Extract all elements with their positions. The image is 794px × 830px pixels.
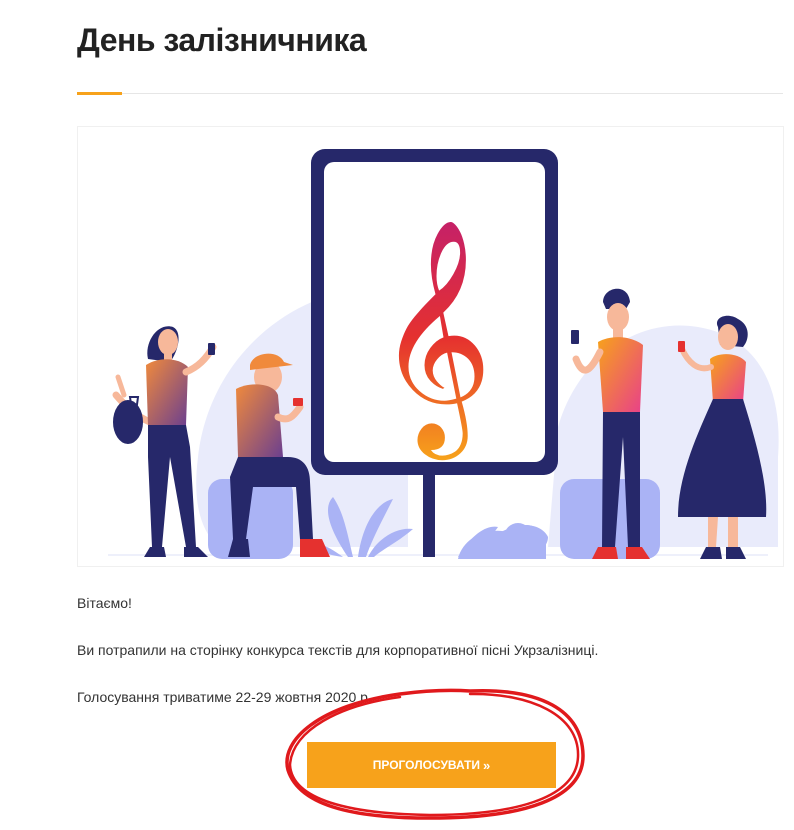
bush-right — [458, 525, 546, 559]
double-chevron-right-icon: » — [483, 757, 491, 773]
music-billboard-illustration: 𝄞 — [108, 149, 779, 559]
page-title: День залізничника — [77, 22, 367, 58]
vote-button[interactable]: ПРОГОЛОСУВАТИ » — [307, 742, 556, 788]
treble-clef-icon: 𝄞 — [375, 217, 493, 460]
vote-button-label: ПРОГОЛОСУВАТИ — [372, 758, 481, 772]
woman-with-bag — [112, 326, 217, 557]
voting-period-text: Голосування триватиме 22-29 жовтня 2020 … — [77, 689, 372, 705]
hero-illustration: 𝄞 — [77, 126, 784, 567]
greeting-text: Вітаємо! — [77, 595, 132, 611]
title-divider — [77, 93, 783, 94]
title-accent-bar — [77, 92, 122, 95]
intro-text: Ви потрапили на сторінку конкурса тексті… — [77, 642, 599, 658]
